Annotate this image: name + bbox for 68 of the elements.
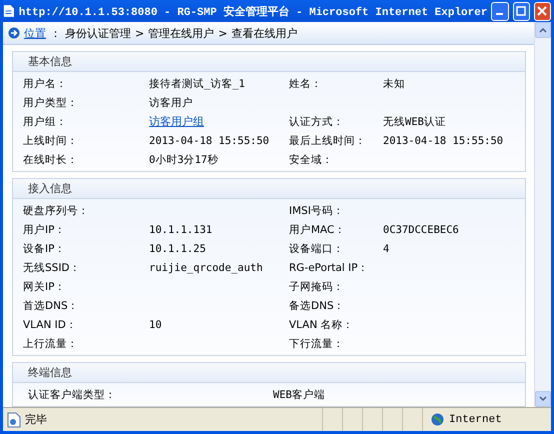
field-label: 用户类型：	[23, 96, 79, 110]
field-value: WEB客户端	[273, 388, 326, 402]
field-value-link[interactable]: 访客用户组	[149, 114, 289, 129]
field-label: VLAN ID：	[23, 318, 78, 332]
breadcrumb-separator: ：	[50, 26, 61, 40]
caret-down-icon	[539, 396, 547, 402]
field-label: 子网掩码：	[289, 280, 345, 294]
field-label: 最后上线时间：	[289, 134, 367, 148]
field-label: 设备端口：	[289, 242, 345, 256]
breadcrumb-item: 管理在线用户	[148, 26, 214, 40]
field-value: 2013-04-18 15:55:50	[149, 134, 270, 146]
field-label: 上线时间：	[23, 134, 79, 148]
caret-up-icon	[539, 27, 547, 33]
page-icon	[3, 3, 15, 19]
panel-title: 基本信息	[28, 54, 72, 69]
globe-icon	[431, 413, 444, 426]
field-value: 2013-04-18 15:55:50	[383, 134, 504, 146]
field-value: 访客用户	[149, 96, 194, 110]
close-icon	[537, 6, 548, 16]
field-label: 备选DNS：	[289, 298, 346, 312]
field-value: 4	[383, 242, 390, 254]
zone-label: Internet	[449, 414, 502, 426]
scrollbar[interactable]	[534, 22, 551, 407]
status-text: 完毕	[25, 412, 47, 427]
window-title: http://10.1.1.53:8080 - RG-SMP 安全管理平台 - Microsoft Internet Explorer	[18, 4, 488, 18]
field-label: 用户组：	[23, 114, 68, 128]
field-label: 用户IP：	[23, 222, 66, 236]
field-value: 10.1.1.131	[149, 224, 214, 236]
field-label: 无线SSID：	[23, 260, 82, 274]
field-value: 无线WEB认证	[383, 114, 447, 128]
field-label: 网关IP：	[23, 280, 66, 294]
field-value: 10	[149, 318, 163, 330]
field-label: 认证客户端类型：	[28, 388, 117, 402]
scroll-up-button[interactable]	[535, 22, 551, 38]
field-label: 用户名：	[23, 76, 68, 90]
panel-title: 终端信息	[28, 365, 72, 380]
maximize-icon	[516, 6, 526, 16]
panel-title: 接入信息	[28, 181, 72, 196]
minimize-button[interactable]	[491, 2, 509, 20]
location-link[interactable]: 位置	[24, 26, 46, 40]
arrow-circle-icon	[8, 27, 20, 39]
field-label: VLAN 名称：	[289, 318, 355, 332]
breadcrumb-arrow: >	[218, 26, 228, 40]
field-value: 10.1.1.25	[149, 242, 207, 254]
close-button[interactable]	[534, 2, 551, 20]
field-label: 首选DNS：	[23, 298, 80, 312]
field-value: ruijie_qrcode_auth	[149, 262, 264, 274]
maximize-button[interactable]	[512, 2, 530, 20]
field-label: 认证方式：	[289, 114, 345, 128]
field-label: 用户MAC：	[289, 222, 346, 236]
field-value: 接待者测试_访客_1	[149, 76, 246, 90]
breadcrumb-arrow: >	[135, 26, 144, 40]
breadcrumb-item: 身份认证管理	[65, 26, 131, 40]
field-label: 上行流量：	[23, 336, 79, 350]
field-value: 0C37DCCEBEC6	[383, 224, 460, 236]
field-label: 在线时长：	[23, 152, 79, 166]
field-label: RG-ePortal IP：	[289, 260, 370, 274]
field-label: 姓名：	[289, 76, 323, 90]
field-label: IMSI号码：	[289, 204, 345, 218]
page-icon	[7, 412, 21, 428]
field-label: 设备IP：	[23, 242, 66, 256]
field-value: 未知	[383, 76, 406, 90]
field-value: 0小时3分17秒	[149, 152, 220, 166]
field-label: 下行流量：	[289, 336, 345, 350]
breadcrumb-item: 查看在线用户	[231, 26, 298, 40]
field-label: 安全域：	[289, 152, 334, 166]
field-label: 硬盘序列号：	[23, 204, 90, 218]
scroll-down-button[interactable]	[535, 391, 551, 407]
